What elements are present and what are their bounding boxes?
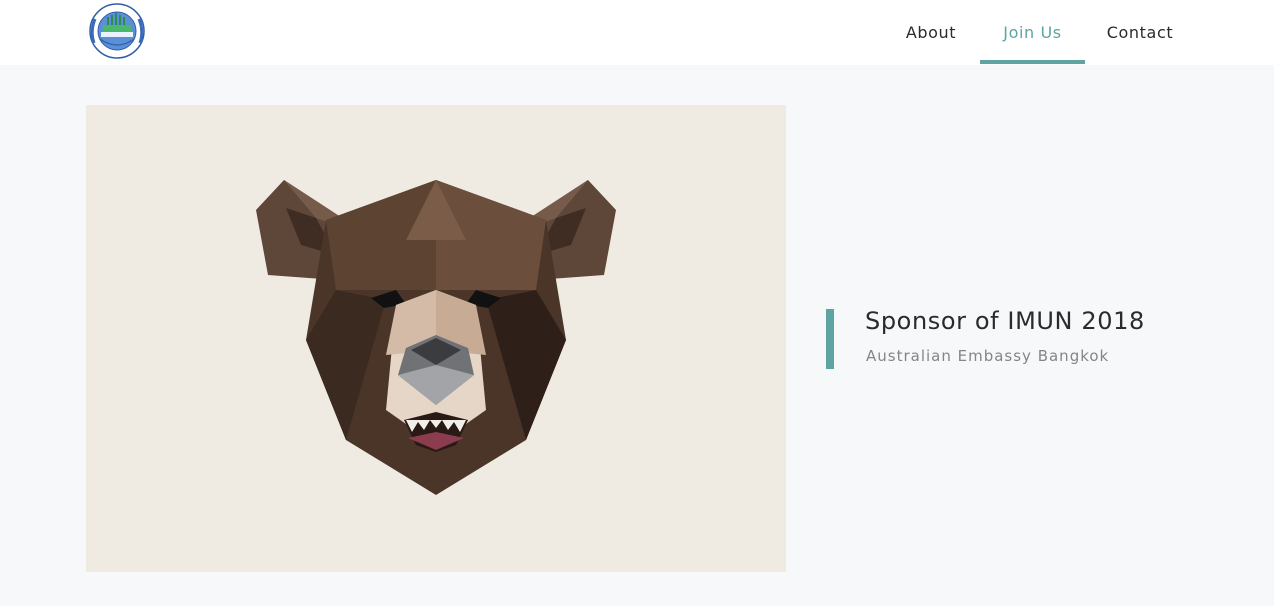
nav-link-about[interactable]: About <box>892 0 970 65</box>
nav-link-join-us[interactable]: Join Us <box>980 0 1085 65</box>
un-globe-logo-icon[interactable] <box>86 3 148 59</box>
title-accent-bar <box>826 309 834 369</box>
active-nav-indicator <box>980 60 1085 64</box>
hero-title: Sponsor of IMUN 2018 <box>865 307 1145 335</box>
low-poly-bear-head-illustration <box>256 180 616 495</box>
hero-subtitle: Australian Embassy Bangkok <box>866 347 1110 365</box>
hero-image-panel <box>86 105 786 572</box>
nav-link-contact[interactable]: Contact <box>1094 0 1186 65</box>
top-navbar: About Join Us Contact <box>0 0 1274 65</box>
